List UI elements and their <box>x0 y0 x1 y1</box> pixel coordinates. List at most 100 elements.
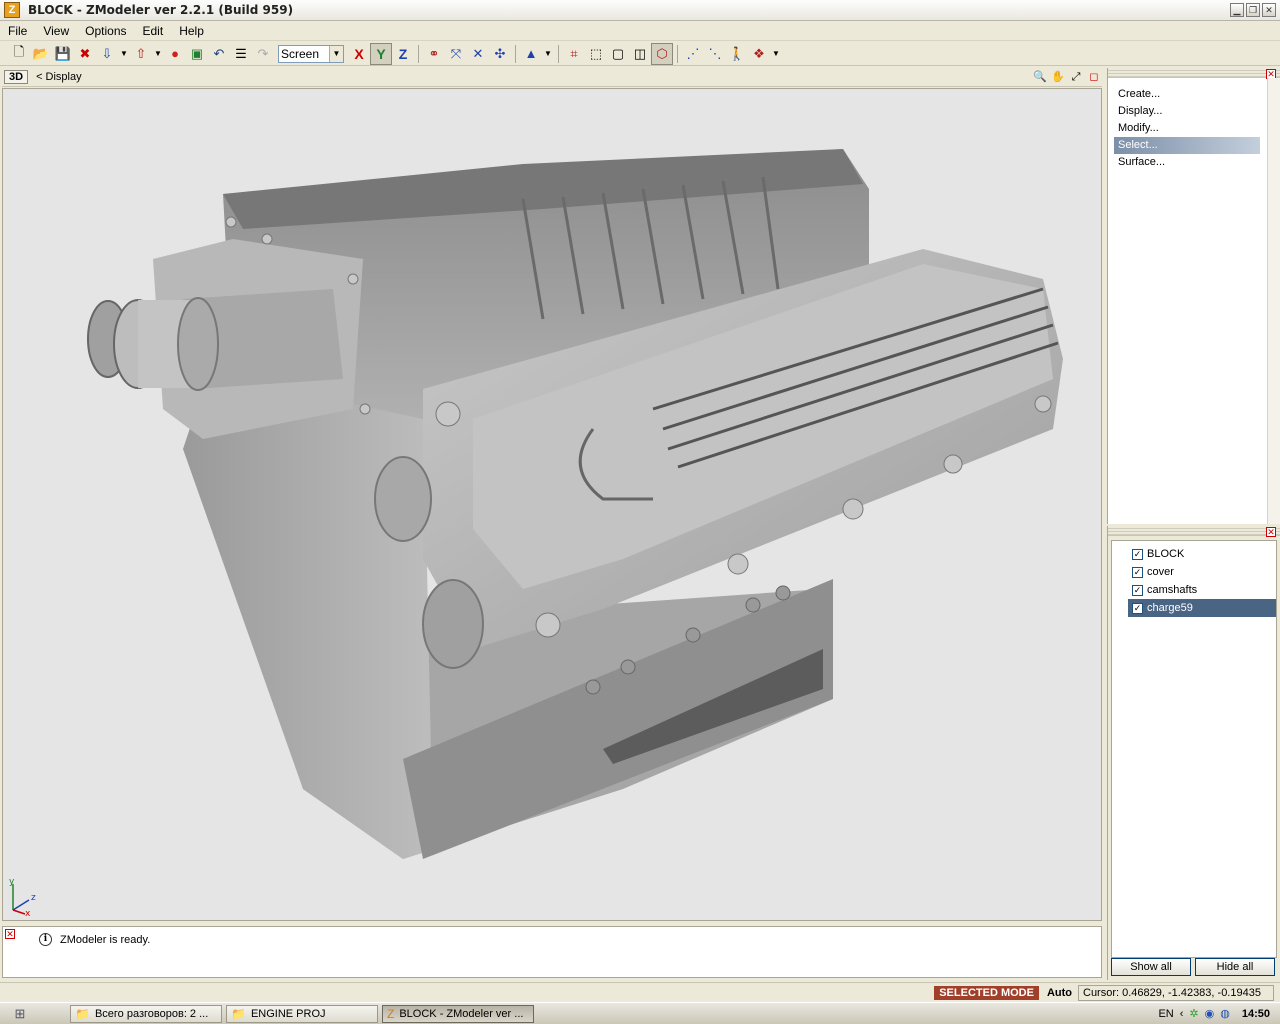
viewport-close-icon[interactable]: ◻ <box>1086 69 1102 85</box>
walk-icon[interactable]: 🚶 <box>726 43 748 65</box>
task-label: Всего разговоров: 2 ... <box>94 1007 209 1020</box>
hide-all-button[interactable]: Hide all <box>1195 958 1275 976</box>
import-icon[interactable]: ⇩ <box>96 43 118 65</box>
redo-icon[interactable]: ↷ <box>252 43 274 65</box>
viewport-title[interactable]: < Display <box>36 71 82 83</box>
taskbar-item-chat[interactable]: 📁 Всего разговоров: 2 ... <box>70 1004 222 1023</box>
menu-bar: File View Options Edit Help <box>0 21 1280 41</box>
import-dropdown-icon[interactable]: ▼ <box>118 43 130 65</box>
command-create[interactable]: Create... <box>1114 86 1260 103</box>
axis-scale-icon[interactable]: ✕ <box>467 43 489 65</box>
menu-file[interactable]: File <box>0 24 35 38</box>
tray-network-icon[interactable]: ◍ <box>1220 1007 1230 1020</box>
chevron-down-icon: ▼ <box>329 45 343 62</box>
start-button[interactable]: ⊞ <box>0 1004 40 1024</box>
axis-gizmo: y z x <box>9 877 36 916</box>
export-dropdown-icon[interactable]: ▼ <box>152 43 164 65</box>
undo-icon[interactable]: ↶ <box>208 43 230 65</box>
select-edge-icon[interactable]: ⋱ <box>704 43 726 65</box>
object-checkbox[interactable]: ✓ <box>1132 566 1143 578</box>
delete-icon[interactable]: ✖ <box>74 43 96 65</box>
vertex-mode-icon[interactable]: ▲ <box>520 43 542 65</box>
object-name: cover <box>1147 566 1174 578</box>
cube-wire-icon[interactable]: ⬚ <box>585 43 607 65</box>
zoom-icon[interactable]: 🔍 <box>1032 69 1048 85</box>
properties-icon[interactable]: ☰ <box>230 43 252 65</box>
axis-z-label: z <box>31 893 36 903</box>
command-surface[interactable]: Surface... <box>1114 154 1260 171</box>
window-title: BLOCK - ZModeler ver 2.2.1 (Build 959) <box>28 3 294 17</box>
axis-y-label: y <box>9 877 15 887</box>
snap-mode-label[interactable]: Auto <box>1047 987 1072 999</box>
folder-icon: 📁 <box>231 1006 246 1021</box>
minimize-button[interactable]: ▁ <box>1230 3 1244 17</box>
open-folder-icon[interactable]: 📂 <box>30 43 52 65</box>
bbox-icon[interactable]: ⌗ <box>563 43 585 65</box>
axis-rotate-icon[interactable]: ✣ <box>489 43 511 65</box>
menu-help[interactable]: Help <box>171 24 212 38</box>
menu-edit[interactable]: Edit <box>135 24 172 38</box>
object-panel-grip[interactable] <box>1108 526 1280 536</box>
cube-shaded-icon[interactable]: ◫ <box>629 43 651 65</box>
object-item-charge59[interactable]: ✓ charge59 <box>1128 599 1276 617</box>
object-name: BLOCK <box>1147 548 1185 560</box>
coordinate-mode-select[interactable]: Screen ▼ <box>278 44 344 63</box>
axis-x-button[interactable]: X <box>348 43 370 65</box>
maximize-viewport-icon[interactable]: ⤢ <box>1068 69 1084 85</box>
object-panel-close-icon[interactable]: ✕ <box>1266 527 1276 537</box>
tray-app-icon[interactable]: ✲ <box>1189 1007 1198 1020</box>
object-item-cover[interactable]: ✓ cover <box>1128 563 1276 581</box>
command-select[interactable]: Select... <box>1114 137 1260 154</box>
object-panel: ✕ ✓ BLOCK ✓ cover ✓ camshafts ✓ charge59… <box>1107 526 1280 980</box>
cursor-readout: Cursor: 0.46829, -1.42383, -0.19435 <box>1078 984 1274 1001</box>
close-button[interactable]: ✕ <box>1262 3 1276 17</box>
selected-mode-badge[interactable]: SELECTED MODE <box>934 985 1039 1000</box>
new-file-icon[interactable]: 🗋 <box>8 43 30 65</box>
texture-icon[interactable]: ▣ <box>186 43 208 65</box>
show-all-button[interactable]: Show all <box>1111 958 1191 976</box>
axis-z-button[interactable]: Z <box>392 43 414 65</box>
tray-antivirus-icon[interactable]: ◉ <box>1205 1007 1215 1020</box>
restore-button[interactable]: ❐ <box>1246 3 1260 17</box>
command-panel-scrollbar[interactable] <box>1267 78 1280 524</box>
task-label: BLOCK - ZModeler ver ... <box>399 1007 524 1020</box>
vertex-dropdown-icon[interactable]: ▼ <box>542 43 554 65</box>
viewport-mode-button[interactable]: 3D <box>4 70 29 84</box>
axis-y-button[interactable]: Y <box>370 42 392 65</box>
link-icon[interactable]: ⚭ <box>423 43 445 65</box>
3d-viewport[interactable]: y z x <box>2 88 1102 921</box>
zmodeler-app-icon[interactable]: Z <box>4 2 20 18</box>
render-icon[interactable]: ❖ <box>748 43 770 65</box>
select-vertex-icon[interactable]: ⋰ <box>682 43 704 65</box>
taskbar-item-zmodeler[interactable]: Z BLOCK - ZModeler ver ... <box>382 1004 534 1023</box>
zmodeler-icon: Z <box>387 1006 395 1021</box>
record-icon[interactable]: ● <box>164 43 186 65</box>
viewport-header: 3D < Display 🔍 ✋ ⤢ ◻ <box>2 68 1102 87</box>
object-checkbox[interactable]: ✓ <box>1132 584 1143 596</box>
object-item-block[interactable]: ✓ BLOCK <box>1128 545 1276 563</box>
tray-arrow-icon[interactable]: ‹ <box>1180 1008 1184 1020</box>
save-icon[interactable]: 💾 <box>52 43 74 65</box>
cube-selected-icon[interactable]: ⬡ <box>651 42 673 65</box>
command-panel-grip[interactable] <box>1108 68 1280 78</box>
log-panel: ✕ i ZModeler is ready. <box>2 926 1102 978</box>
menu-options[interactable]: Options <box>77 24 134 38</box>
pan-hand-icon[interactable]: ✋ <box>1050 69 1066 85</box>
command-display[interactable]: Display... <box>1114 103 1260 120</box>
taskbar-item-engine-proj[interactable]: 📁 ENGINE PROJ <box>226 1004 378 1023</box>
axis-move-icon[interactable]: ⤧ <box>445 43 467 65</box>
object-item-camshafts[interactable]: ✓ camshafts <box>1128 581 1276 599</box>
menu-view[interactable]: View <box>35 24 77 38</box>
cube-solid-icon[interactable]: ▢ <box>607 43 629 65</box>
main-toolbar: 🗋 📂 💾 ✖ ⇩ ▼ ⇧ ▼ ● ▣ ↶ ☰ ↷ Screen ▼ X Y Z… <box>0 42 1280 66</box>
object-checkbox[interactable]: ✓ <box>1132 602 1143 614</box>
language-indicator[interactable]: EN <box>1158 1008 1173 1020</box>
log-close-icon[interactable]: ✕ <box>5 929 15 939</box>
object-checkbox[interactable]: ✓ <box>1132 548 1143 560</box>
command-modify[interactable]: Modify... <box>1114 120 1260 137</box>
export-icon[interactable]: ⇧ <box>130 43 152 65</box>
info-icon: i <box>39 933 52 946</box>
render-dropdown-icon[interactable]: ▼ <box>770 43 782 65</box>
clock[interactable]: 14:50 <box>1242 1008 1270 1020</box>
command-panel: ✕ Create... Display... Modify... Select.… <box>1107 68 1280 524</box>
